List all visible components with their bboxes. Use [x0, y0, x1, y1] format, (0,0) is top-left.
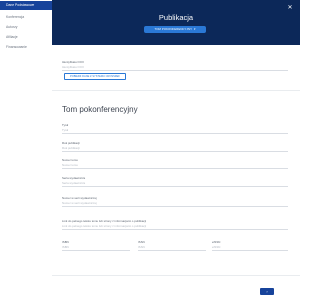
page-title: Publikacja: [158, 13, 194, 22]
title-underline: [62, 133, 288, 134]
main-form: Identyfikator DOI Identyfikator DOI POBI…: [52, 45, 300, 298]
volume-label: Numer tomu: [62, 158, 78, 162]
fetch-crossref-button[interactable]: POBIERZ DANE Z SYSTEMU CROSSREF: [64, 73, 126, 80]
sidebar-item-autorzy[interactable]: Autorzy: [0, 23, 52, 32]
isbn-label: ISBN: [62, 240, 69, 244]
link-underline: [62, 229, 288, 230]
link-input[interactable]: Link do pełnego tekstu tomu lub strony z…: [62, 224, 146, 228]
year-underline: [62, 151, 288, 152]
title-input[interactable]: Tytuł: [62, 128, 68, 132]
sidebar-item-dane-podstawowe[interactable]: Dane Podstawowe: [0, 1, 52, 10]
issn-underline: [138, 250, 206, 251]
section-divider: [52, 90, 300, 91]
link-label: Link do pełnego tekstu tomu lub strony z…: [62, 219, 147, 223]
series-underline: [62, 186, 288, 187]
header: Publikacja TOM POKONFERENCYJNY ▾ ✕: [52, 0, 300, 45]
section-title: Tom pokonferencyjny: [62, 105, 138, 114]
close-icon[interactable]: ✕: [287, 5, 293, 11]
isbn-input[interactable]: ISBN: [62, 245, 69, 249]
doi-label: Identyfikator DOI: [62, 60, 84, 64]
series-number-underline: [62, 206, 288, 207]
footer-divider: [52, 275, 300, 276]
sidebar-item-finansowanie[interactable]: Finansowanie: [0, 43, 52, 52]
year-input[interactable]: Rok publikacji: [62, 146, 80, 150]
series-input[interactable]: Seria wydawnicza: [62, 181, 85, 185]
volume-input[interactable]: Numer tomu: [62, 163, 78, 167]
doi-input[interactable]: Identyfikator DOI: [62, 65, 84, 69]
isbn-underline: [62, 250, 130, 251]
sidebar: Dane Podstawowe Konferencja Autorzy Afil…: [0, 0, 53, 298]
publication-type-dropdown[interactable]: TOM POKONFERENCYJNY ▾: [144, 26, 206, 33]
doi-input-underline: [62, 70, 288, 71]
sidebar-item-konferencja[interactable]: Konferencja: [0, 13, 52, 22]
next-button[interactable]: ›: [260, 288, 274, 295]
series-label: Seria wydawnicza: [62, 176, 86, 180]
eissn-underline: [212, 250, 288, 251]
series-number-input[interactable]: Numer w serii wydawniczej: [62, 201, 97, 205]
series-number-label: Numer w serii wydawniczej: [62, 196, 97, 200]
publication-type-label: TOM POKONFERENCYJNY: [154, 27, 193, 31]
sidebar-item-afiliacje[interactable]: Afiliacje: [0, 33, 52, 42]
volume-underline: [62, 168, 288, 169]
eissn-label: eISSN: [212, 240, 221, 244]
issn-input[interactable]: ISSN: [138, 245, 145, 249]
issn-label: ISSN: [138, 240, 145, 244]
chevron-down-icon: ▾: [193, 27, 196, 31]
eissn-input[interactable]: eISSN: [212, 245, 220, 249]
year-label: Rok publikacji: [62, 141, 80, 145]
title-label: Tytuł: [62, 123, 69, 127]
